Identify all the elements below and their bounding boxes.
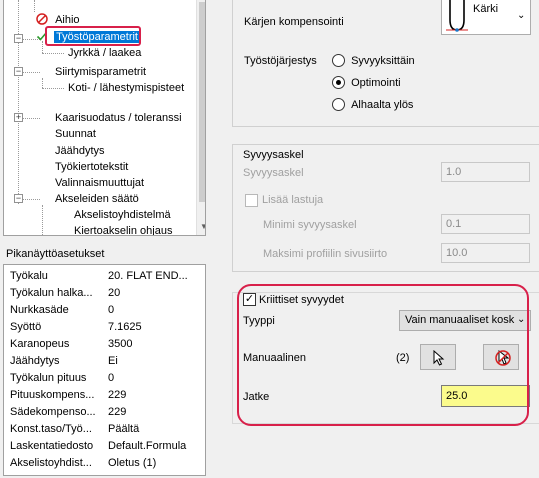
tree-connector bbox=[34, 0, 35, 12]
tree-connector bbox=[42, 78, 43, 88]
tree-item-label: Koti- / lähestymispisteet bbox=[68, 82, 185, 94]
radio-label: Syvyyksittäin bbox=[351, 55, 415, 67]
tip-compensation-icon bbox=[445, 0, 469, 34]
max-side-step-input[interactable]: 10.0 bbox=[441, 243, 530, 263]
tree-connector bbox=[18, 0, 19, 204]
tree-item-label: Siirtymisparametrit bbox=[55, 66, 147, 78]
depth-step-panel: Syvyysaskel Syvyysaskel 1.0 Lisää lastuj… bbox=[232, 144, 539, 272]
tree-item-label: Kiertoakselin ohjaus bbox=[74, 225, 173, 236]
tree-item-valinnaismuuttujat[interactable]: Valinnaismuuttujat bbox=[55, 175, 144, 191]
chevron-down-icon: ⌄ bbox=[517, 10, 526, 21]
tree-item-label: Akseleiden säätö bbox=[55, 193, 139, 205]
tree-item-label: Akselistoyhdistelmä bbox=[74, 209, 171, 221]
tree-item-jaahdytys[interactable]: Jäähdytys bbox=[55, 143, 105, 159]
machining-panel: Kärjen kompensointi Kärki ⌄ Työstöjärjes… bbox=[232, 0, 539, 127]
operation-parameter-tree[interactable]: Aihio − Työstöparametrit Jyrkkä / laakea… bbox=[3, 0, 206, 236]
depth-step-label: Syvyysaskel bbox=[243, 167, 304, 179]
quick-settings-title: Pikanäyttöasetukset bbox=[6, 248, 105, 260]
tree-scrollbar[interactable]: ▼ bbox=[196, 0, 205, 235]
tree-item-akseleiden-saato[interactable]: Akseleiden säätö bbox=[55, 191, 139, 207]
tree-item-label: Suunnat bbox=[55, 128, 96, 140]
collapse-icon[interactable]: − bbox=[14, 67, 23, 76]
prohibited-icon bbox=[36, 13, 48, 25]
add-cuts-label: Lisää lastuja bbox=[262, 194, 324, 206]
critical-depths-highlight bbox=[237, 284, 529, 426]
tree-item-label: Jäähdytys bbox=[55, 145, 105, 157]
scrollbar-thumb[interactable] bbox=[199, 2, 205, 202]
radio-label: Alhaalta ylös bbox=[351, 99, 414, 111]
depth-step-title: Syvyysaskel bbox=[243, 149, 304, 161]
tree-item-tyokiertotekstit[interactable]: Työkiertotekstit bbox=[55, 159, 128, 175]
tree-connector bbox=[42, 53, 64, 54]
tip-compensation-value: Kärki bbox=[473, 3, 499, 15]
depth-step-input[interactable]: 1.0 bbox=[441, 162, 530, 182]
radio-button-selected[interactable] bbox=[332, 76, 345, 89]
min-depth-step-label: Minimi syvyysaskel bbox=[263, 219, 357, 231]
tree-item-koti-lahestymispisteet[interactable]: Koti- / lähestymispisteet bbox=[68, 80, 184, 96]
radio-button[interactable] bbox=[332, 54, 345, 67]
selection-highlight-box bbox=[45, 26, 141, 46]
tip-compensation-label: Kärjen kompensointi bbox=[244, 16, 344, 28]
min-depth-step-input[interactable]: 0.1 bbox=[441, 214, 530, 234]
tree-item-siirtymisparametrit[interactable]: Siirtymisparametrit bbox=[55, 64, 146, 80]
collapse-icon[interactable]: − bbox=[14, 194, 23, 203]
collapse-icon[interactable]: − bbox=[14, 34, 23, 43]
tree-item-label: Jyrkkä / laakea bbox=[68, 47, 142, 59]
tree-connector bbox=[42, 205, 43, 235]
radio-button[interactable] bbox=[332, 98, 345, 111]
tip-compensation-dropdown[interactable]: Kärki ⌄ bbox=[441, 0, 531, 35]
tree-item-kiertoakselin-ohjaus[interactable]: Kiertoakselin ohjaus bbox=[74, 223, 173, 236]
quick-settings-table: Työkalu 20. FLAT END... Työkalun halka...… bbox=[3, 264, 206, 476]
tree-item-jyrkka-laakea[interactable]: Jyrkkä / laakea bbox=[68, 45, 141, 61]
radio-label: Optimointi bbox=[351, 77, 401, 89]
tree-item-label: Työkiertotekstit bbox=[55, 161, 129, 173]
tree-item-label: Valinnaismuuttujat bbox=[55, 177, 145, 189]
tree-item-kaarisuodatus[interactable]: Kaarisuodatus / toleranssi bbox=[55, 110, 182, 126]
add-cuts-checkbox[interactable] bbox=[245, 194, 258, 207]
tree-item-akselistoyhdistelma[interactable]: Akselistoyhdistelmä bbox=[74, 207, 171, 223]
tree-item-label: Kaarisuodatus / toleranssi bbox=[55, 112, 182, 124]
expand-icon[interactable]: + bbox=[14, 113, 23, 122]
machining-order-label: Työstöjärjestys bbox=[244, 55, 317, 67]
radio-alhaalta-ylos[interactable]: Alhaalta ylös bbox=[332, 98, 413, 111]
radio-optimointi[interactable]: Optimointi bbox=[332, 76, 401, 89]
radio-syvyyksittain[interactable]: Syvyyksittäin bbox=[332, 54, 415, 67]
max-side-step-label: Maksimi profiilin sivusiirto bbox=[263, 248, 388, 260]
tree-item-label: Aihio bbox=[55, 14, 80, 26]
scroll-down-arrow-icon[interactable]: ▼ bbox=[199, 222, 205, 231]
tree-connector bbox=[42, 88, 64, 89]
tree-item-suunnat[interactable]: Suunnat bbox=[55, 126, 96, 142]
